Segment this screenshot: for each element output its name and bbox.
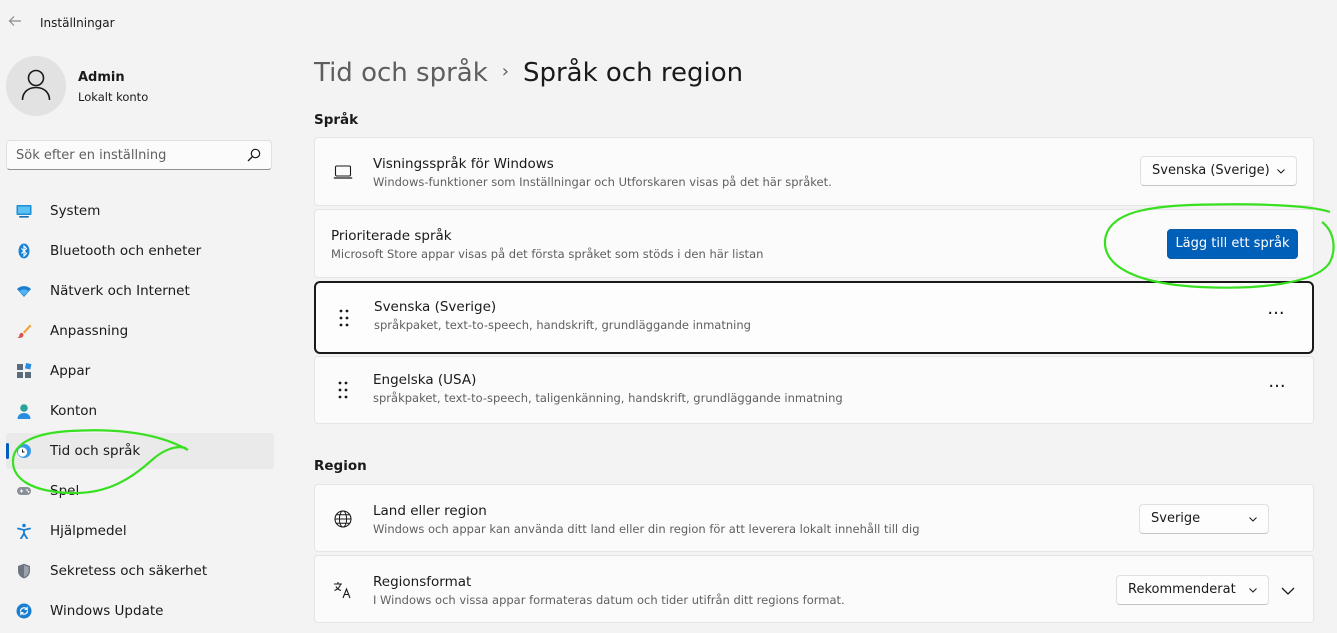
sidebar-item-label: Spel <box>50 483 80 499</box>
card-description: Microsoft Store appar visas på det först… <box>331 247 764 261</box>
globe-clock-icon <box>17 444 31 458</box>
back-arrow-icon <box>8 16 21 26</box>
drag-handle-icon[interactable] <box>338 308 350 328</box>
settings-search[interactable] <box>6 140 272 170</box>
sidebar-item-label: Tid och språk <box>50 443 141 459</box>
sidebar-item-system[interactable]: System <box>6 193 274 229</box>
sidebar-item-label: Sekretess och säkerhet <box>50 563 208 579</box>
search-icon[interactable] <box>247 148 261 162</box>
more-options-button[interactable]: ··· <box>1263 378 1291 400</box>
language-name: Engelska (USA) <box>373 372 477 388</box>
language-name: Svenska (Sverige) <box>374 299 497 315</box>
dropdown-value: Sverige <box>1151 511 1201 526</box>
globe-icon <box>334 510 352 528</box>
sidebar-item-label: Nätverk och Internet <box>50 283 190 299</box>
dropdown-value: Svenska (Sverige) <box>1152 163 1270 178</box>
sidebar-item-accounts[interactable]: Konton <box>6 393 274 429</box>
country-region-card: Land eller region Windows och appar kan … <box>314 484 1314 552</box>
bluetooth-icon <box>18 243 30 259</box>
more-options-button[interactable]: ··· <box>1262 305 1290 327</box>
card-description: Windows-funktioner som Inställningar och… <box>373 175 832 189</box>
brush-icon <box>17 324 32 338</box>
person-icon <box>21 69 51 101</box>
card-description: I Windows och vissa appar formateras dat… <box>373 593 845 607</box>
sidebar-item-label: Hjälpmedel <box>50 523 127 539</box>
display-language-dropdown[interactable]: Svenska (Sverige) <box>1140 156 1297 186</box>
gamepad-icon <box>17 487 31 495</box>
chevron-down-icon <box>1249 588 1257 593</box>
main-content: Tid och språk › Språk och region Språk Vis… <box>314 0 1314 626</box>
dropdown-value: Rekommenderat <box>1128 582 1236 597</box>
page-title: Språk och region <box>522 58 744 88</box>
wifi-icon <box>17 286 31 297</box>
language-item-english[interactable]: Engelska (USA) språkpaket, text-to-speec… <box>314 356 1314 424</box>
sidebar-item-windows-update[interactable]: Windows Update <box>6 593 274 629</box>
breadcrumb-separator: › <box>501 61 509 82</box>
sidebar-item-apps[interactable]: Appar <box>6 353 274 389</box>
language-item-swedish[interactable]: Svenska (Sverige) språkpaket, text-to-sp… <box>314 281 1314 354</box>
sidebar-item-network[interactable]: Nätverk och Internet <box>6 273 274 309</box>
regional-format-icon <box>334 582 351 599</box>
laptop-icon <box>333 165 353 179</box>
sidebar-nav: System Bluetooth och enheter Nätverk och… <box>6 193 274 633</box>
section-title-language: Språk <box>314 112 359 128</box>
monitor-icon <box>16 205 32 218</box>
sidebar-item-bluetooth[interactable]: Bluetooth och enheter <box>6 233 274 269</box>
country-dropdown[interactable]: Sverige <box>1139 504 1269 534</box>
drag-handle-icon[interactable] <box>337 380 349 400</box>
account-type: Lokalt konto <box>78 90 149 104</box>
sidebar-item-label: Appar <box>50 363 91 379</box>
selection-indicator <box>6 443 9 459</box>
breadcrumb: Tid och språk › Språk och region <box>314 58 743 88</box>
language-features: språkpaket, text-to-speech, taligenkänni… <box>373 391 843 405</box>
search-input[interactable] <box>16 146 236 164</box>
card-description: Windows och appar kan använda ditt land … <box>373 522 920 536</box>
regional-format-card[interactable]: Regionsformat I Windows och vissa appar … <box>314 555 1314 623</box>
chevron-down-icon <box>1249 517 1257 522</box>
card-title: Prioriterade språk <box>331 228 452 244</box>
chevron-down-icon <box>1277 169 1285 174</box>
section-title-region: Region <box>314 458 367 474</box>
person-icon <box>17 404 31 419</box>
sidebar-item-label: Anpassning <box>50 323 129 339</box>
back-button[interactable] <box>6 14 24 32</box>
sidebar-item-personalization[interactable]: Anpassning <box>6 313 274 349</box>
language-features: språkpaket, text-to-speech, handskrift, … <box>374 318 751 332</box>
avatar <box>6 56 66 116</box>
sidebar-item-label: Bluetooth och enheter <box>50 243 202 259</box>
add-language-button[interactable]: Lägg till ett språk <box>1167 229 1298 259</box>
card-title: Regionsformat <box>373 574 472 590</box>
sidebar-item-gaming[interactable]: Spel <box>6 473 274 509</box>
sidebar-item-label: Konton <box>50 403 98 419</box>
breadcrumb-parent[interactable]: Tid och språk <box>314 58 488 88</box>
sidebar-item-label: Windows Update <box>50 603 164 619</box>
user-profile[interactable]: Admin Lokalt konto <box>6 56 276 118</box>
app-title: Inställningar <box>40 16 115 30</box>
sidebar-item-time-language[interactable]: Tid och språk <box>6 433 274 469</box>
shield-icon <box>18 563 30 579</box>
sidebar-item-accessibility[interactable]: Hjälpmedel <box>6 513 274 549</box>
sidebar-item-label: System <box>50 203 101 219</box>
expand-chevron-icon[interactable] <box>1275 578 1301 604</box>
card-title: Visningsspråk för Windows <box>373 156 554 172</box>
card-title: Land eller region <box>373 503 487 519</box>
accessibility-icon <box>17 523 31 539</box>
apps-icon <box>17 363 32 378</box>
update-icon <box>16 603 32 619</box>
preferred-languages-card: Prioriterade språk Microsoft Store appar… <box>314 209 1314 278</box>
regional-format-dropdown[interactable]: Rekommenderat <box>1116 575 1269 605</box>
display-language-card: Visningsspråk för Windows Windows-funkti… <box>314 137 1314 206</box>
user-name: Admin <box>78 70 125 85</box>
sidebar-item-privacy[interactable]: Sekretess och säkerhet <box>6 553 274 589</box>
